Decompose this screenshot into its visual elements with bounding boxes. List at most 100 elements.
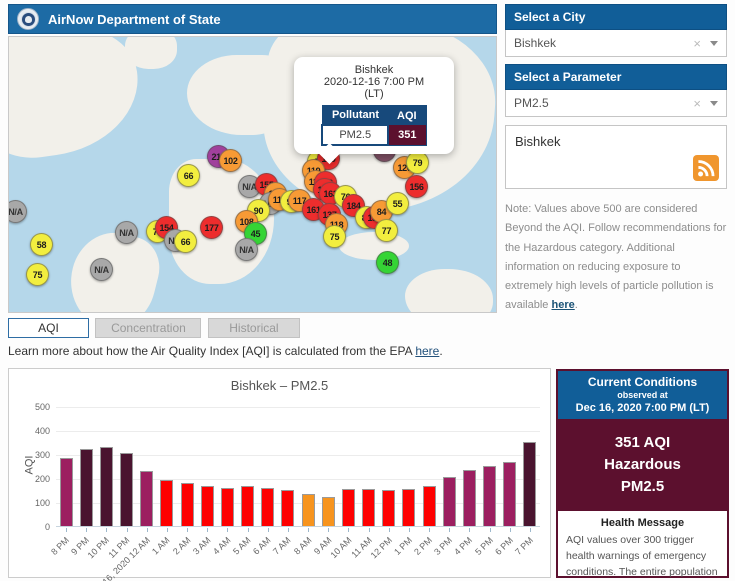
x-axis-tick [490,528,491,532]
parameter-combobox[interactable]: PM2.5 × [505,90,727,117]
aqi-marker[interactable]: 75 [323,225,346,248]
x-axis-tick-label: 7 AM [271,535,293,557]
aqi-bar [382,490,395,526]
current-conditions-panel: Current Conditions observed at Dec 16, 2… [556,369,729,578]
aqi-marker[interactable]: N/A [8,200,27,223]
x-axis-tick [167,528,168,532]
x-axis-tick [288,528,289,532]
aqi-marker[interactable]: 55 [386,192,409,215]
x-axis-tick-label: 10 AM [328,535,353,560]
aqi-bar [221,488,234,526]
world-map[interactable]: N/A58N/AN/A7566212102N/A155149N/A1149990… [8,36,497,313]
x-axis-tick [449,528,450,532]
x-axis-tick [469,528,470,532]
select-parameter-header: Select a Parameter [505,64,727,90]
x-axis-tick-label: 4 AM [211,535,233,557]
city-combobox[interactable]: Bishkek × [505,30,727,57]
y-axis-tick-label: 100 [20,498,50,508]
aqi-bar [140,471,153,526]
aqi-bar [241,486,254,526]
gridline [56,431,540,432]
aqi-bar [80,449,93,526]
chart-title: Bishkek – PM2.5 [9,378,550,393]
aqi-marker[interactable]: 48 [376,251,399,274]
popup-pollutant-header: Pollutant [322,106,388,126]
x-axis-tick [147,528,148,532]
aqi-marker[interactable]: 66 [177,164,200,187]
x-axis-tick-label: 7 PM [513,535,535,557]
x-axis-tick [369,528,370,532]
x-axis-tick-label: 2 AM [171,535,193,557]
aqi-marker[interactable]: 156 [405,175,428,198]
aqi-bar [181,483,194,526]
x-axis-tick [187,528,188,532]
learn-more-here-link[interactable]: here [415,344,439,358]
gridline [56,407,540,408]
rss-feed-icon[interactable] [693,155,719,181]
x-axis-tick-label: 11 AM [349,535,374,560]
x-axis-tick-label: 5 PM [473,535,495,557]
x-axis-tick-label: 8 PM [49,535,71,557]
x-axis-tick-label: 4 PM [453,535,475,557]
parameter-clear-icon[interactable]: × [693,96,701,111]
x-axis-tick-label: 2 PM [412,535,434,557]
x-axis-tick [510,528,511,532]
popup-aqi-table: Pollutant AQI PM2.5 351 [321,105,426,146]
popup-aqi-value: 351 [388,125,426,145]
x-axis-tick-label: 1 AM [150,535,172,557]
x-axis-tick-label: 6 AM [251,535,273,557]
city-dropdown-arrow-icon[interactable] [710,41,718,46]
x-axis-tick [328,528,329,532]
note-here-link[interactable]: here [551,299,574,311]
aqi-marker[interactable]: 75 [26,263,49,286]
aqi-marker[interactable]: 77 [375,219,398,242]
y-axis-tick-label: 500 [20,402,50,412]
airnow-page: AirNow Department of State N/A58N/AN/A75… [0,0,735,581]
map-land-southeast-asia [339,232,409,260]
x-axis-tick-label: 5 AM [231,535,253,557]
aqi-bar [120,453,133,526]
aqi-bar [483,466,496,526]
aqi-marker[interactable]: 102 [219,149,242,172]
aqi-bar [423,486,436,526]
x-axis-tick [308,528,309,532]
aqi-marker[interactable]: N/A [235,238,258,261]
map-land-australia [405,269,493,313]
note-text: Note: Values above 500 are considered Be… [505,203,726,311]
city-clear-icon[interactable]: × [693,36,701,51]
sidebar: Select a City Bishkek × Select a Paramet… [505,4,727,316]
popup-city: Bishkek [300,64,448,76]
aqi-marker[interactable]: N/A [115,221,138,244]
x-axis-tick-label: 12 PM [368,535,393,560]
aqi-marker[interactable]: 177 [200,216,223,239]
aqi-bar [160,480,173,526]
health-message: Health Message AQI values over 300 trigg… [558,511,727,581]
x-axis-tick [127,528,128,532]
tab-aqi[interactable]: AQI [8,318,89,338]
aqi-marker[interactable]: 58 [30,233,53,256]
parameter-dropdown-arrow-icon[interactable] [710,101,718,106]
city-feed-box: Bishkek [505,125,727,189]
aqi-marker[interactable]: N/A [90,258,113,281]
x-axis-tick-label: 3 AM [191,535,213,557]
popup-pollutant-value: PM2.5 [322,125,388,145]
aqi-bar [100,447,113,526]
aqi-bar [523,442,536,526]
x-axis-tick-label: 3 PM [432,535,454,557]
aqi-marker[interactable]: 66 [174,230,197,253]
x-axis-tick-label: 1 PM [392,535,414,557]
aqi-bar [463,470,476,526]
popup-datetime: 2020-12-16 7:00 PM [300,76,448,88]
x-axis-tick [207,528,208,532]
aqi-bar [302,494,315,526]
chart-plot-area: AQI 01002003004005008 PM9 PM10 PM11 PM16… [56,407,540,527]
current-aqi-category: Hazardous [558,454,727,476]
tab-historical[interactable]: Historical [208,318,300,338]
app-header: AirNow Department of State [8,4,497,34]
page-title: AirNow Department of State [48,12,221,27]
current-aqi-pollutant: PM2.5 [558,476,727,498]
x-axis-tick [66,528,67,532]
aqi-marker[interactable]: 79 [406,151,429,174]
tab-concentration[interactable]: Concentration [95,318,201,338]
learn-more-text: Learn more about how the Air Quality Ind… [8,344,443,358]
